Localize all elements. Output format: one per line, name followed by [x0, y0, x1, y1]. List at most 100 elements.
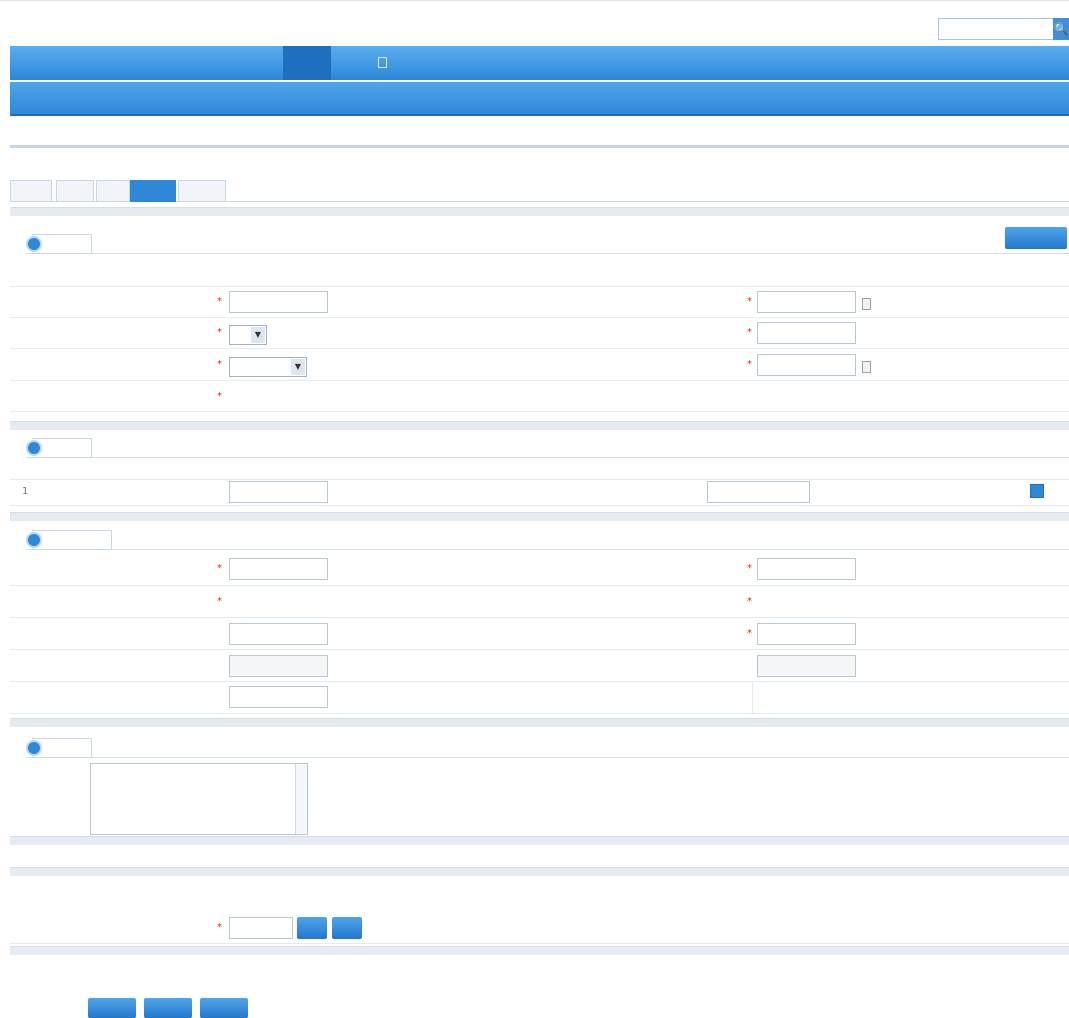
calendar-icon[interactable] [862, 361, 871, 373]
field-label [630, 296, 752, 310]
sub-nav-item[interactable] [24, 91, 54, 107]
sub-nav-item[interactable] [156, 91, 186, 107]
search-icon[interactable]: 🔍 [1053, 18, 1069, 40]
column-header [740, 463, 790, 477]
prev-button[interactable] [88, 998, 136, 1018]
main-nav-item[interactable] [338, 54, 368, 72]
function-link[interactable] [54, 129, 76, 143]
function-link[interactable] [362, 129, 388, 143]
section-header [26, 234, 1069, 254]
text-field[interactable] [757, 558, 856, 580]
chevron-down-icon: ▼ [291, 359, 305, 375]
tab[interactable] [10, 180, 52, 202]
tab[interactable] [96, 180, 130, 202]
main-nav-item[interactable] [156, 54, 186, 72]
info-icon [26, 740, 42, 756]
sub-nav-item[interactable] [200, 91, 230, 107]
field-label [110, 391, 222, 405]
main-nav-item[interactable] [200, 54, 230, 72]
section-separator [10, 512, 1069, 521]
section-separator [10, 836, 1069, 845]
function-link[interactable] [82, 129, 122, 143]
field-label [630, 327, 752, 341]
section-title [32, 530, 112, 550]
function-link[interactable] [298, 129, 322, 143]
tab[interactable] [178, 180, 226, 202]
select-field[interactable]: ▼ [229, 325, 267, 345]
top-bar: 🔍 [0, 0, 1069, 46]
field-label [110, 265, 222, 279]
tab[interactable] [56, 180, 94, 202]
section-title [10, 893, 80, 907]
chevron-down-icon: ▼ [251, 327, 265, 343]
function-link[interactable] [128, 129, 180, 143]
info-icon [26, 440, 42, 456]
main-nav-item-active[interactable] [283, 46, 331, 80]
text-field-readonly [229, 655, 328, 677]
text-field[interactable] [757, 322, 856, 344]
section-separator [10, 867, 1069, 876]
select-button[interactable] [297, 917, 327, 939]
calendar-icon[interactable] [862, 298, 871, 310]
section-action-button[interactable] [1005, 227, 1067, 249]
function-link[interactable] [26, 129, 48, 143]
clear-button[interactable] [332, 917, 362, 939]
function-link[interactable] [186, 129, 220, 143]
text-field[interactable] [229, 291, 328, 313]
text-field[interactable] [229, 917, 293, 939]
edit-icon[interactable] [1030, 484, 1044, 498]
product-code-field[interactable] [229, 481, 328, 503]
radio-group[interactable] [755, 596, 795, 610]
date-field[interactable] [757, 354, 856, 376]
table-header [10, 458, 1069, 480]
search-input[interactable] [938, 18, 1056, 40]
main-nav-item[interactable] [246, 54, 276, 72]
sub-nav-item[interactable] [68, 91, 98, 107]
field-label [630, 265, 752, 279]
column-header [20, 463, 40, 477]
field-label [110, 660, 222, 674]
field-label [630, 660, 752, 674]
column-divider [752, 682, 753, 714]
text-field-readonly [757, 655, 856, 677]
main-nav-item[interactable] [68, 54, 98, 72]
text-field[interactable] [229, 558, 328, 580]
info-icon [26, 532, 42, 548]
checkbox-options[interactable] [230, 391, 550, 405]
table-row: 1 [10, 480, 1069, 506]
main-nav [10, 46, 1069, 80]
field-label [630, 628, 752, 642]
text-field[interactable] [757, 623, 856, 645]
field-label [70, 563, 222, 577]
scrollbar[interactable] [295, 764, 307, 834]
select-field[interactable]: ▼ [229, 357, 307, 377]
function-link[interactable] [396, 129, 444, 143]
main-nav-item-label [283, 54, 331, 70]
radio-group[interactable] [228, 596, 268, 610]
date-field[interactable] [757, 291, 856, 313]
text-field[interactable] [229, 623, 328, 645]
main-nav-item[interactable] [24, 54, 54, 72]
field-label [110, 327, 222, 341]
return-button[interactable] [200, 998, 248, 1018]
section-header [26, 530, 1069, 550]
main-nav-item[interactable] [113, 54, 143, 72]
field-label [110, 359, 222, 373]
product-name-field[interactable] [707, 481, 810, 503]
function-link[interactable] [268, 129, 290, 143]
section-header [26, 738, 1069, 758]
section-separator [10, 718, 1069, 727]
sub-nav-item[interactable] [113, 91, 143, 107]
select-link[interactable] [331, 563, 381, 577]
field-label [630, 359, 752, 373]
email-field[interactable] [229, 686, 328, 708]
next-button[interactable] [144, 998, 192, 1018]
function-link[interactable] [330, 129, 356, 143]
tab-active[interactable] [130, 180, 176, 202]
field-label [80, 922, 222, 936]
remark-textarea[interactable] [90, 763, 308, 835]
column-header [1030, 463, 1054, 477]
document-icon[interactable] [378, 57, 387, 68]
function-link[interactable] [226, 129, 262, 143]
secondary-nav [10, 82, 1069, 116]
